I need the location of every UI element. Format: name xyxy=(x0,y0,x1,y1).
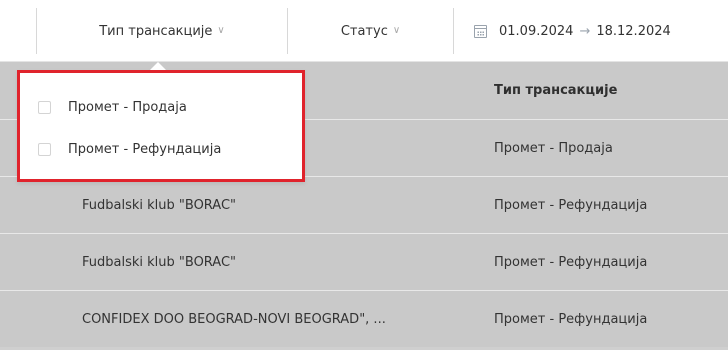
status-filter-label: Статус xyxy=(340,23,388,39)
date-range-end: 18.12.2024 xyxy=(596,23,671,39)
filter-bar: Тип трансакције ∨ Статус ∨ 01.09.2024 → … xyxy=(0,0,728,62)
chevron-down-icon: ∨ xyxy=(392,24,401,36)
date-range-filter[interactable]: 01.09.2024 → 18.12.2024 xyxy=(454,6,728,56)
table-row[interactable]: CONFIDEX DOO BEOGRAD-NOVI BEOGRAD", ... … xyxy=(0,290,728,347)
cell-transaction-type: Промет - Рефундација xyxy=(494,254,648,270)
dropdown-option-label: Промет - Продаја xyxy=(68,99,187,115)
cell-partner: CONFIDEX DOO BEOGRAD-NOVI BEOGRAD", ... xyxy=(82,311,386,327)
checkbox[interactable] xyxy=(38,142,51,156)
cell-transaction-type: Промет - Продаја xyxy=(494,140,613,156)
column-header-transaction-type[interactable]: Тип трансакције xyxy=(494,62,724,119)
chevron-down-icon: ∨ xyxy=(217,24,225,36)
dropdown-option-label: Промет - Рефундација xyxy=(68,141,222,157)
table-row[interactable]: Fudbalski klub "BORAC" Промет - Рефундац… xyxy=(0,233,728,290)
date-range-arrow: → xyxy=(579,23,591,39)
status-filter[interactable]: Статус ∨ xyxy=(288,6,453,56)
dropdown-option-sale[interactable]: Промет - Продаја xyxy=(38,97,187,117)
cell-partner: Fudbalski klub "BORAC" xyxy=(82,254,237,270)
cell-partner: Fudbalski klub "BORAC" xyxy=(82,197,237,213)
dropdown-caret xyxy=(150,62,166,70)
date-range-start: 01.09.2024 xyxy=(499,23,574,39)
transaction-type-filter[interactable]: Тип трансакције ∨ xyxy=(37,6,287,56)
dropdown-option-refund[interactable]: Промет - Рефундација xyxy=(38,139,221,159)
cell-transaction-type: Промет - Рефундација xyxy=(494,197,648,213)
transaction-type-dropdown: Промет - Продаја Промет - Рефундација xyxy=(17,70,305,182)
calendar-icon xyxy=(474,24,487,38)
transaction-type-filter-label: Тип трансакције xyxy=(99,23,213,39)
table-row[interactable]: Fudbalski klub "BORAC" Промет - Рефундац… xyxy=(0,176,728,233)
cell-transaction-type: Промет - Рефундација xyxy=(494,311,648,327)
checkbox[interactable] xyxy=(38,100,51,114)
